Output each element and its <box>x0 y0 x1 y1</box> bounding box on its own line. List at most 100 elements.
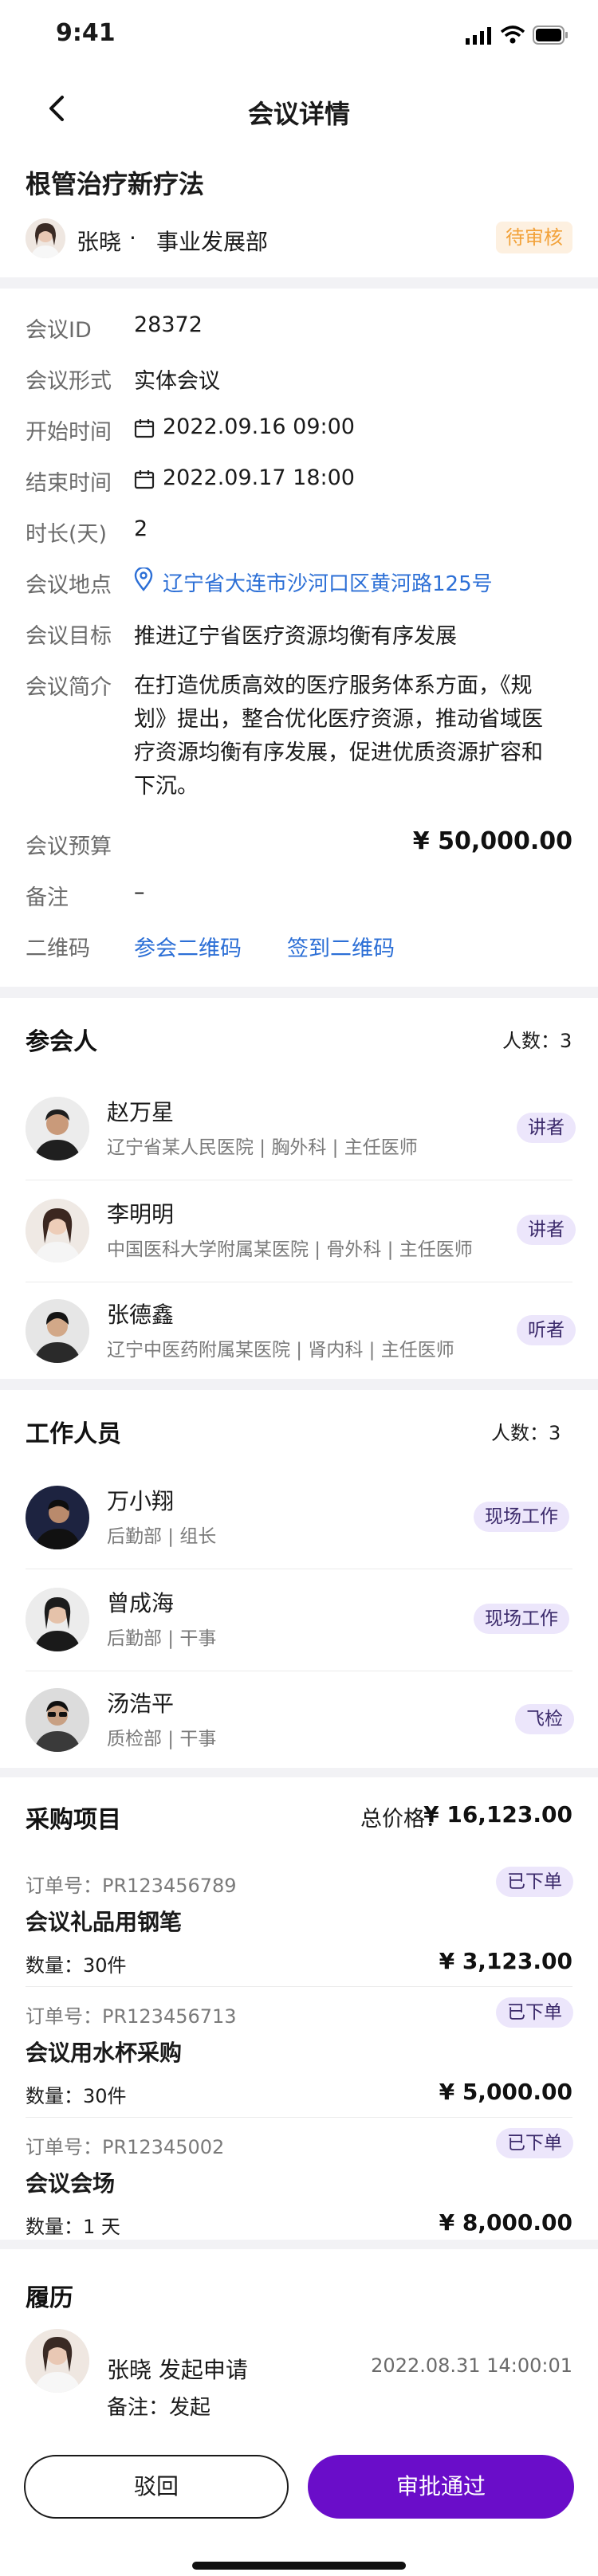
budget-label: 会议预算 <box>26 834 112 859</box>
action-bar: 驳回 审批通过 <box>0 2433 598 2576</box>
participants-card: 参会人 人数：3 赵万星 辽宁省某人民医院 | 胸外科 | 主任医师 讲者 李明… <box>0 998 598 1379</box>
staff-info: 后勤部 | 干事 <box>107 1628 217 1649</box>
calendar-icon <box>134 418 155 442</box>
list-item[interactable]: 订单号：PR12345002 已下单 会议会场 数量：1 天 ¥ 8,000.0… <box>0 2120 598 2240</box>
start-value: 2022.09.16 09:00 <box>163 414 355 439</box>
duration-value: 2 <box>134 516 148 541</box>
status-time: 9:41 <box>56 19 116 47</box>
list-item[interactable]: 汤浩平 质检部 | 干事 飞检 <box>0 1671 598 1768</box>
form-value: 实体会议 <box>134 369 220 394</box>
participants-count: 人数：3 <box>502 1030 572 1052</box>
participant-info: 辽宁省某人民医院 | 胸外科 | 主任医师 <box>107 1137 418 1158</box>
start-label: 开始时间 <box>26 420 112 445</box>
item-name: 会议礼品用钢笔 <box>26 1909 183 1935</box>
staff-name: 曾成海 <box>107 1590 175 1616</box>
participant-name: 张德鑫 <box>107 1302 175 1328</box>
list-item[interactable]: 万小翔 后勤部 | 组长 现场工作 <box>0 1467 598 1569</box>
role-badge: 讲者 <box>517 1215 576 1245</box>
list-item[interactable]: 李明明 中国医科大学附属某医院 | 骨外科 | 主任医师 讲者 <box>0 1180 598 1282</box>
home-indicator <box>192 2562 406 2570</box>
staff-count: 人数：3 <box>491 1422 561 1444</box>
budget-value: ¥ 50,000.00 <box>412 827 572 855</box>
order-status-badge: 已下单 <box>496 1997 573 2028</box>
role-badge: 讲者 <box>517 1113 576 1143</box>
item-name: 会议会场 <box>26 2170 116 2197</box>
participant-info: 中国医科大学附属某医院 | 骨外科 | 主任医师 <box>107 1239 473 1260</box>
qr-label: 二维码 <box>26 937 90 961</box>
staff-card: 工作人员 人数：3 万小翔 后勤部 | 组长 现场工作 曾成海 后勤部 | 干事… <box>0 1390 598 1768</box>
staff-avatar <box>26 1486 89 1549</box>
participant-avatar <box>26 1097 89 1160</box>
approve-button[interactable]: 审批通过 <box>308 2455 574 2519</box>
list-item[interactable]: 张德鑫 辽宁中医药附属某医院 | 肾内科 | 主任医师 听者 <box>0 1282 598 1379</box>
purchase-card: 采购项目 总价格： ¥ 16,123.00 订单号：PR123456789 已下… <box>0 1777 598 2240</box>
applicant-row: 张晓 · 事业发展部 待审核 <box>0 209 598 277</box>
status-badge: 待审核 <box>496 222 572 253</box>
participants-title: 参会人 <box>26 1028 97 1056</box>
item-price: ¥ 3,123.00 <box>439 1948 572 1974</box>
history-time: 2022.08.31 14:00:01 <box>371 2354 572 2377</box>
role-badge: 现场工作 <box>474 1604 569 1634</box>
item-price: ¥ 5,000.00 <box>439 2079 572 2105</box>
battery-icon <box>533 26 569 48</box>
order-status-badge: 已下单 <box>496 1867 573 1897</box>
goal-label: 会议目标 <box>26 624 112 649</box>
location-label: 会议地点 <box>26 573 112 598</box>
staff-avatar <box>26 1688 89 1752</box>
intro-line: 划》提出，整合优化医疗资源，推动省域医 <box>134 707 543 732</box>
history-note: 备注：发起 <box>107 2396 211 2420</box>
list-item[interactable]: 曾成海 后勤部 | 干事 现场工作 <box>0 1569 598 1671</box>
nav-bar: 会议详情 根管治疗新疗法 <box>0 80 598 220</box>
participant-avatar <box>26 1299 89 1363</box>
goal-value: 推进辽宁省医疗资源均衡有序发展 <box>134 624 457 649</box>
purchase-title: 采购项目 <box>26 1806 121 1834</box>
role-badge: 现场工作 <box>474 1502 569 1532</box>
history-avatar <box>26 2329 89 2393</box>
duration-label: 时长(天) <box>26 522 108 547</box>
status-bar: 9:41 <box>0 0 598 80</box>
order-number: 订单号：PR123456713 <box>26 2005 237 2028</box>
item-quantity: 数量：1 天 <box>26 2216 120 2238</box>
order-number: 订单号：PR123456789 <box>26 1875 237 1897</box>
order-status-badge: 已下单 <box>496 2128 573 2158</box>
wifi-icon <box>500 26 525 48</box>
list-item[interactable]: 订单号：PR123456713 已下单 会议用水杯采购 数量：30件 ¥ 5,0… <box>0 1989 598 2120</box>
intro-line: 疗资源均衡有序发展，促进优质资源扩容和 <box>134 740 543 765</box>
staff-name: 汤浩平 <box>107 1690 175 1717</box>
history-actor: 张晓 发起申请 <box>107 2357 248 2383</box>
item-quantity: 数量：30件 <box>26 2085 127 2107</box>
applicant-department: 事业发展部 <box>156 229 269 255</box>
item-name: 会议用水杯采购 <box>26 2040 183 2066</box>
item-quantity: 数量：30件 <box>26 1954 127 1977</box>
list-item[interactable]: 订单号：PR123456789 已下单 会议礼品用钢笔 数量：30件 ¥ 3,1… <box>0 1859 598 1989</box>
calendar-icon <box>134 469 155 493</box>
participant-name: 李明明 <box>107 1201 175 1227</box>
id-label: 会议ID <box>26 318 92 343</box>
intro-line: 下沉。 <box>134 774 199 799</box>
list-item[interactable]: 赵万星 辽宁省某人民医院 | 胸外科 | 主任医师 讲者 <box>0 1078 598 1180</box>
note-value: – <box>134 880 145 905</box>
page-title: 会议详情 <box>247 99 350 129</box>
participant-name: 赵万星 <box>107 1099 175 1125</box>
staff-info: 后勤部 | 组长 <box>107 1526 217 1547</box>
participant-info: 辽宁中医药附属某医院 | 肾内科 | 主任医师 <box>107 1340 454 1361</box>
role-badge: 飞检 <box>515 1704 574 1734</box>
applicant-name: 张晓 <box>77 229 122 255</box>
reject-button[interactable]: 驳回 <box>24 2455 289 2519</box>
note-label: 备注 <box>26 886 69 910</box>
divider <box>26 1986 572 1987</box>
signal-icon <box>466 27 493 48</box>
join-qr-link[interactable]: 参会二维码 <box>134 931 242 962</box>
signin-qr-link[interactable]: 签到二维码 <box>287 931 395 962</box>
location-link[interactable]: 辽宁省大连市沙河口区黄河路125号 <box>163 567 493 597</box>
total-price: ¥ 16,123.00 <box>423 1801 572 1828</box>
history-card: 履历 张晓 发起申请 2022.08.31 14:00:01 备注：发起 <box>0 2249 598 2433</box>
history-title: 履历 <box>26 2284 73 2312</box>
location-pin-icon <box>134 566 153 595</box>
staff-title: 工作人员 <box>26 1420 121 1448</box>
end-value: 2022.09.17 18:00 <box>163 465 355 490</box>
order-number: 订单号：PR12345002 <box>26 2136 225 2158</box>
intro-line: 在打造优质高效的医疗服务体系方面，《规 <box>134 673 533 698</box>
item-price: ¥ 8,000.00 <box>439 2209 572 2236</box>
staff-info: 质检部 | 干事 <box>107 1729 217 1749</box>
